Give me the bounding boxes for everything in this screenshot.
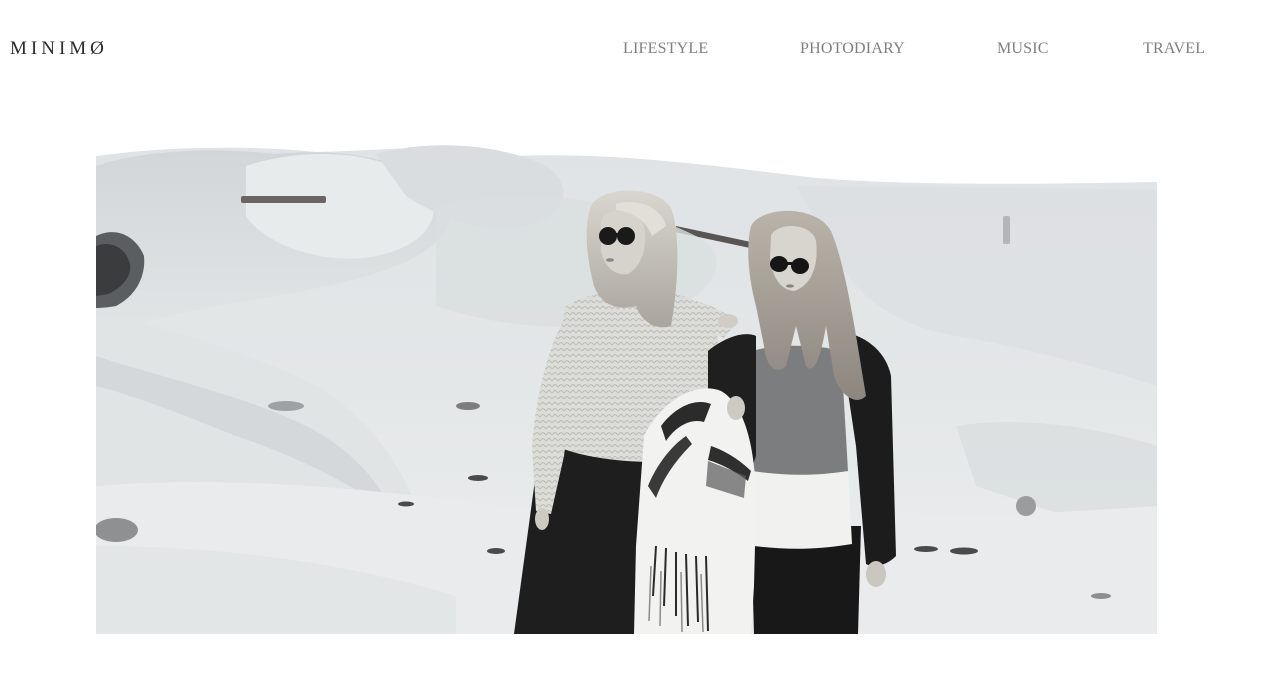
nav-item-lifestyle[interactable]: LIFESTYLE: [623, 40, 708, 58]
nav-item-photodiary[interactable]: PHOTODIARY: [800, 40, 905, 58]
site-header: MINIMØ LIFESTYLE PHOTODIARY MUSIC TRAVEL: [0, 0, 1280, 100]
hero-image: [96, 126, 1157, 634]
nav-item-travel[interactable]: TRAVEL: [1143, 40, 1205, 58]
nav-item-music[interactable]: MUSIC: [997, 40, 1049, 58]
main-nav: LIFESTYLE PHOTODIARY MUSIC TRAVEL: [0, 40, 1280, 64]
hero-photo: [96, 126, 1157, 634]
